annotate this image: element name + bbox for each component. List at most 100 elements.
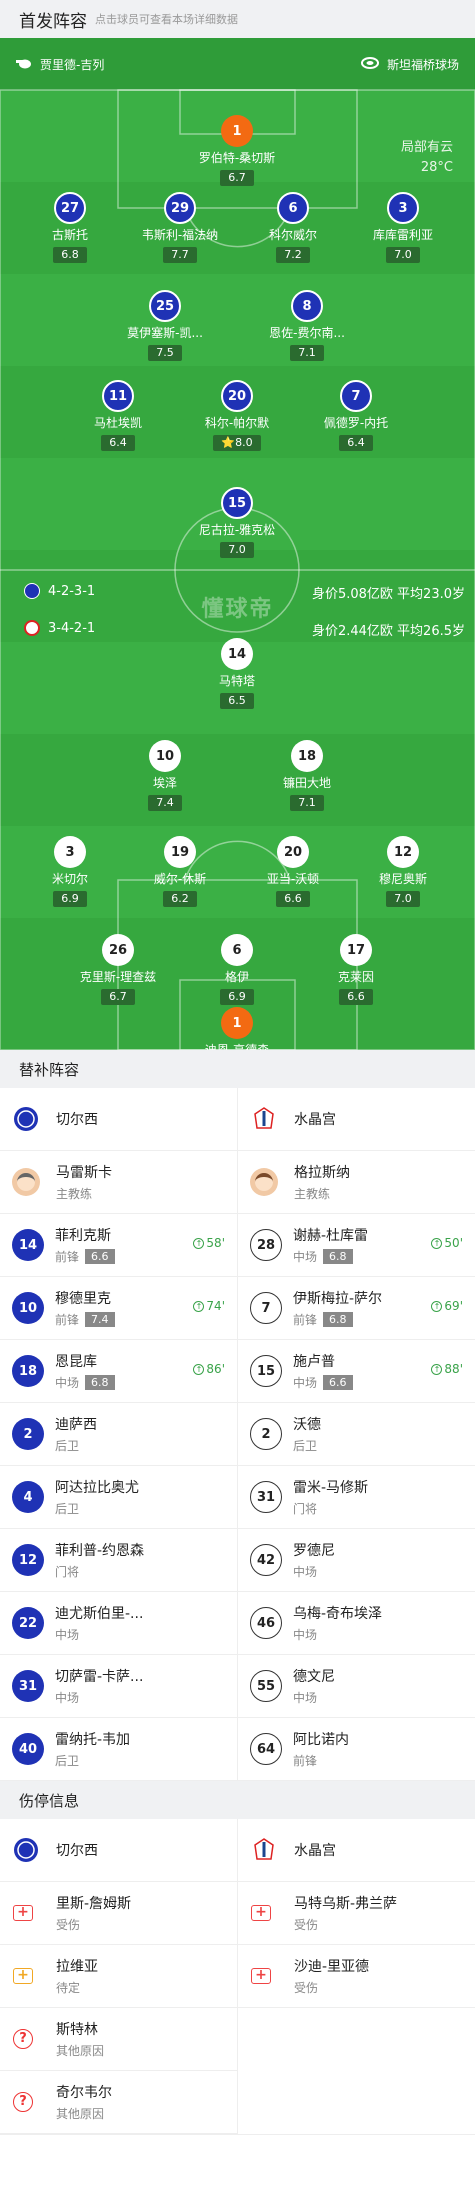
home-player[interactable]: 7 佩德罗-内托 6.4 [301,380,411,451]
sub-player-row[interactable]: 46 乌梅-奇布埃泽 中场 [238,1592,475,1655]
player-name: 格伊 [224,970,249,984]
shirt-number: 22 [12,1607,44,1639]
sub-on-icon: ↑ [193,1237,205,1249]
player-name: 迪尤斯伯里-... [55,1606,144,1622]
player-rating: 6.8 [323,1312,353,1327]
away-player[interactable]: 6 格伊 6.9 [182,934,292,1005]
player-position: 中场 [293,1691,318,1705]
home-player[interactable]: 29 韦斯利-福法纳 7.7 [125,192,235,263]
sub-player-row[interactable]: 28 谢赫-杜库雷 中场 6.8 ↑ 50' [238,1214,475,1277]
player-position-line: 中场 [293,1689,335,1706]
injury-row[interactable]: ? 奇尔韦尔 其他原因 [0,2071,237,2134]
sub-player-row[interactable]: 31 切萨雷-卡萨... 中场 [0,1655,237,1718]
rating-value: 7.1 [298,346,316,359]
chelsea-badge-icon [12,1105,40,1133]
weather: 局部有云 28°C [401,138,453,178]
away-player[interactable]: 20 亚当-沃顿 6.6 [238,836,348,907]
home-player[interactable]: 27 古斯托 6.8 [15,192,125,263]
home-player[interactable]: 1 罗伯特-桑切斯 6.7 [182,115,292,186]
injury-row[interactable]: 马特乌斯-弗兰萨受伤 [238,1882,475,1945]
sub-player-row[interactable]: 12 菲利普-约恩森 门将 [0,1529,237,1592]
sub-player-info: 罗德尼 中场 [293,1540,335,1580]
injury-row[interactable]: 拉维亚待定 [0,1945,237,2008]
rating-value: 6.7 [109,990,127,1003]
home-team-row: 切尔西 [0,1819,237,1882]
home-player[interactable]: 20 科尔-帕尔默 ⭐8.0 [182,380,292,451]
injury-info: 拉维亚 待定 [56,1956,98,1996]
player-position-line: 前锋 6.6 [55,1248,115,1265]
player-name: 尼古拉-雅克松 [198,523,276,537]
home-team-name: 切尔西 [56,1112,98,1128]
player-name: 穆尼奥斯 [378,872,427,886]
sub-player-row[interactable]: 15 施卢普 中场 6.6 ↑ 88' [238,1340,475,1403]
home-formation-row: 4-2-3-1 身价5.08亿欧 平均23.0岁 [0,583,475,603]
question-icon: ? [12,2091,34,2113]
sub-player-row[interactable]: 4 阿达拉比奥尤 后卫 [0,1466,237,1529]
player-position-line: 中场 6.8 [55,1374,115,1391]
shirt-number: 27 [54,192,86,224]
player-position: 中场 [293,1250,318,1264]
rating-value: 6.9 [61,892,79,905]
player-rating: 6.6 [276,891,310,907]
away-player[interactable]: 19 威尔-休斯 6.2 [125,836,235,907]
away-coach-row[interactable]: 格拉斯纳 主教练 [238,1151,475,1214]
player-name: 菲利克斯 [55,1228,111,1244]
home-coach-row[interactable]: 马雷斯卡 主教练 [0,1151,237,1214]
home-player[interactable]: 25 莫伊塞斯-凯... 7.5 [110,290,220,361]
player-name: 镰田大地 [282,776,331,790]
sub-player-row[interactable]: 7 伊斯梅拉-萨尔 前锋 6.8 ↑ 69' [238,1277,475,1340]
home-player[interactable]: 6 科尔威尔 7.2 [238,192,348,263]
sub-player-row[interactable]: 2 迪萨西 后卫 [0,1403,237,1466]
away-player[interactable]: 3 米切尔 6.9 [15,836,125,907]
player-rating: 7.2 [276,247,310,263]
weather-temp: 28°C [420,160,453,175]
sub-player-row[interactable]: 22 迪尤斯伯里-... 中场 [0,1592,237,1655]
question-icon: ? [12,2028,34,2050]
player-name: 佩德罗-内托 [323,416,389,430]
sub-on-indicator: ↑ 69' [431,1299,463,1313]
sub-player-row[interactable]: 40 雷纳托-韦加 后卫 [0,1718,237,1781]
player-rating: 7.1 [290,795,324,811]
injury-row[interactable]: 沙迪-里亚德受伤 [238,1945,475,2008]
away-player[interactable]: 18 镰田大地 7.1 [252,740,362,811]
away-player[interactable]: 14 马特塔 6.5 [182,638,292,709]
injury-row[interactable]: ? 斯特林 其他原因 [0,2008,237,2071]
sub-player-row[interactable]: 55 德文尼 中场 [238,1655,475,1718]
sub-player-row[interactable]: 42 罗德尼 中场 [238,1529,475,1592]
away-player[interactable]: 12 穆尼奥斯 7.0 [348,836,458,907]
away-team-name: 水晶宫 [294,1112,336,1128]
shirt-number: 20 [221,380,253,412]
sub-player-row[interactable]: 18 恩昆库 中场 6.8 ↑ 86' [0,1340,237,1403]
player-name: 马特塔 [218,674,255,688]
away-player[interactable]: 1迪恩-亨德森7.7 [182,1007,292,1050]
player-position: 前锋 [293,1313,318,1327]
player-name: 罗伯特-桑切斯 [198,151,276,165]
shirt-number: 55 [250,1670,282,1702]
rating-value: 7.5 [156,346,174,359]
player-rating: 6.7 [220,170,254,186]
away-player[interactable]: 26 克里斯-理查兹 6.7 [63,934,173,1005]
sub-player-row[interactable]: 14 菲利克斯 前锋 6.6 ↑ 58' [0,1214,237,1277]
player-name: 施卢普 [293,1354,335,1370]
player-position-line: 前锋 6.8 [293,1311,382,1328]
away-player[interactable]: 10 埃泽 7.4 [110,740,220,811]
lineup-title: 首发阵容 [19,11,87,32]
sub-minute: 86' [206,1362,225,1376]
player-rating: 6.4 [101,435,135,451]
sub-player-row[interactable]: 2 沃德 后卫 [238,1403,475,1466]
sub-player-row[interactable]: 64 阿比诺内 前锋 [238,1718,475,1781]
player-rating: 6.6 [323,1375,353,1390]
player-position-line: 中场 [293,1563,335,1580]
home-player[interactable]: 8 恩佐-费尔南... 7.1 [252,290,362,361]
home-player[interactable]: 15 尼古拉-雅克松 7.0 [182,487,292,558]
sub-player-row[interactable]: 10 穆德里克 前锋 7.4 ↑ 74' [0,1277,237,1340]
away-player[interactable]: 17 克莱因 6.6 [301,934,411,1005]
home-player[interactable]: 3 库库雷利亚 7.0 [348,192,458,263]
player-rating: 6.4 [339,435,373,451]
shirt-number: 2 [250,1418,282,1450]
player-name: 奇尔韦尔 [56,2085,112,2101]
home-player[interactable]: 11 马杜埃凯 6.4 [63,380,173,451]
player-rating: 6.8 [53,247,87,263]
injury-row[interactable]: 里斯-詹姆斯受伤 [0,1882,237,1945]
sub-player-row[interactable]: 31 雷米-马修斯 门将 [238,1466,475,1529]
